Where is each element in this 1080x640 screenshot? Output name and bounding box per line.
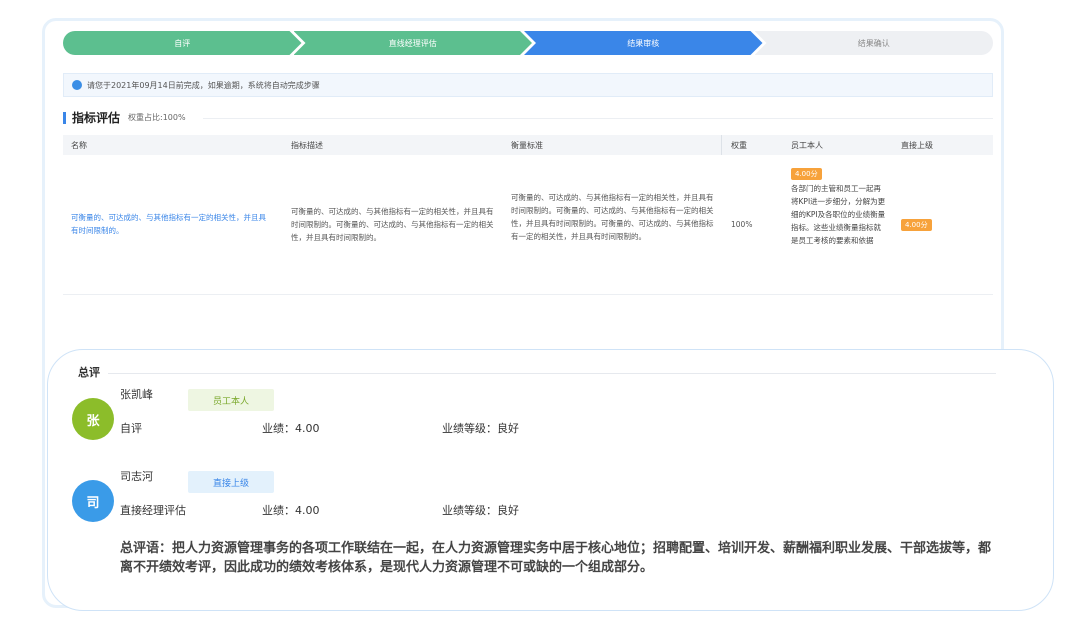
manager-score-badge: 4.00分 [901,219,932,231]
role-badge: 员工本人 [188,389,274,411]
step-label: 结果审核 [627,38,660,48]
section-accent-bar [63,111,66,124]
reviewer-name: 司志河 [120,470,153,483]
header-self: 员工本人 [791,140,823,150]
performance-score: 业绩：4.00 [262,504,320,517]
header-standard: 衡量标准 [511,140,543,150]
deadline-notice: 请您于2021年09月14日前完成，如果逾期，系统将自动完成步骤 [63,73,993,97]
evaluation-type: 自评 [120,422,142,435]
overall-comment: 总评语：把人力资源管理事务的各项工作联结在一起，在人力资源管理实务中居于核心地位… [120,541,992,575]
performance-grade: 业绩等级：良好 [442,504,519,517]
indicator-table: 名称 指标描述 衡量标准 权重 员工本人 直接上级 可衡量的、可达成的、与其他指… [63,135,993,295]
self-evaluation-cell: 4.00分 各部门的主管和员工一起再将KPI进一步细分，分解为更细的KPI及各职… [791,167,886,247]
section-weight: 权重占比:100% [128,113,186,122]
evaluation-type: 直接经理评估 [120,504,186,517]
step-result-confirm[interactable]: 结果确认 [754,31,993,55]
step-self-review[interactable]: 自评 [63,31,302,55]
indicator-name[interactable]: 可衡量的、可达成的、与其他指标有一定的相关性，并且具有时间限制的。 [71,211,271,237]
step-label: 自评 [174,38,191,48]
section-title: 指标评估 [72,111,121,125]
column-resize-handle[interactable] [721,135,722,155]
header-weight: 权重 [731,140,747,150]
progress-steps: 自评 直线经理评估 结果审核 结果确认 [63,31,993,55]
overall-divider [108,373,996,374]
step-label: 直线经理评估 [388,38,437,48]
self-comment: 各部门的主管和员工一起再将KPI进一步细分，分解为更细的KPI及各职位的业绩衡量… [791,184,886,245]
section-divider [203,118,993,119]
overall-title: 总评 [78,366,100,379]
reviewer-entry: 张 张凯峰 员工本人 自评 业绩：4.00 业绩等级：良好 [72,386,972,466]
avatar: 司 [72,480,114,522]
section-header: 指标评估 权重占比:100% [63,109,186,126]
overall-review-card: 总评 张 张凯峰 员工本人 自评 业绩：4.00 业绩等级：良好 司 司志河 直… [47,349,1054,611]
performance-grade: 业绩等级：良好 [442,422,519,435]
table-header: 名称 指标描述 衡量标准 权重 员工本人 直接上级 [63,135,993,155]
performance-score: 业绩：4.00 [262,422,320,435]
role-badge: 直接上级 [188,471,274,493]
info-icon [72,80,82,90]
reviewer-entry: 司 司志河 直接上级 直接经理评估 业绩：4.00 业绩等级：良好 [72,468,972,548]
self-score-badge: 4.00分 [791,168,822,180]
step-label: 结果确认 [857,38,890,48]
reviewer-name: 张凯峰 [120,388,153,401]
indicator-description: 可衡量的、可达成的、与其他指标有一定的相关性，并且具有时间限制的。可衡量的、可达… [291,207,494,242]
header-manager: 直接上级 [901,140,933,150]
table-row: 可衡量的、可达成的、与其他指标有一定的相关性，并且具有时间限制的。 可衡量的、可… [63,155,993,295]
step-result-audit[interactable]: 结果审核 [524,31,763,55]
notice-text: 请您于2021年09月14日前完成，如果逾期，系统将自动完成步骤 [87,80,320,90]
indicator-standard: 可衡量的、可达成的、与其他指标有一定的相关性，并且具有时间限制的。可衡量的、可达… [511,193,714,241]
indicator-weight: 100% [731,220,753,229]
step-manager-review[interactable]: 直线经理评估 [294,31,533,55]
avatar: 张 [72,398,114,440]
header-description: 指标描述 [291,140,323,150]
manager-evaluation-cell: 4.00分 [901,218,932,233]
header-name: 名称 [71,140,87,150]
